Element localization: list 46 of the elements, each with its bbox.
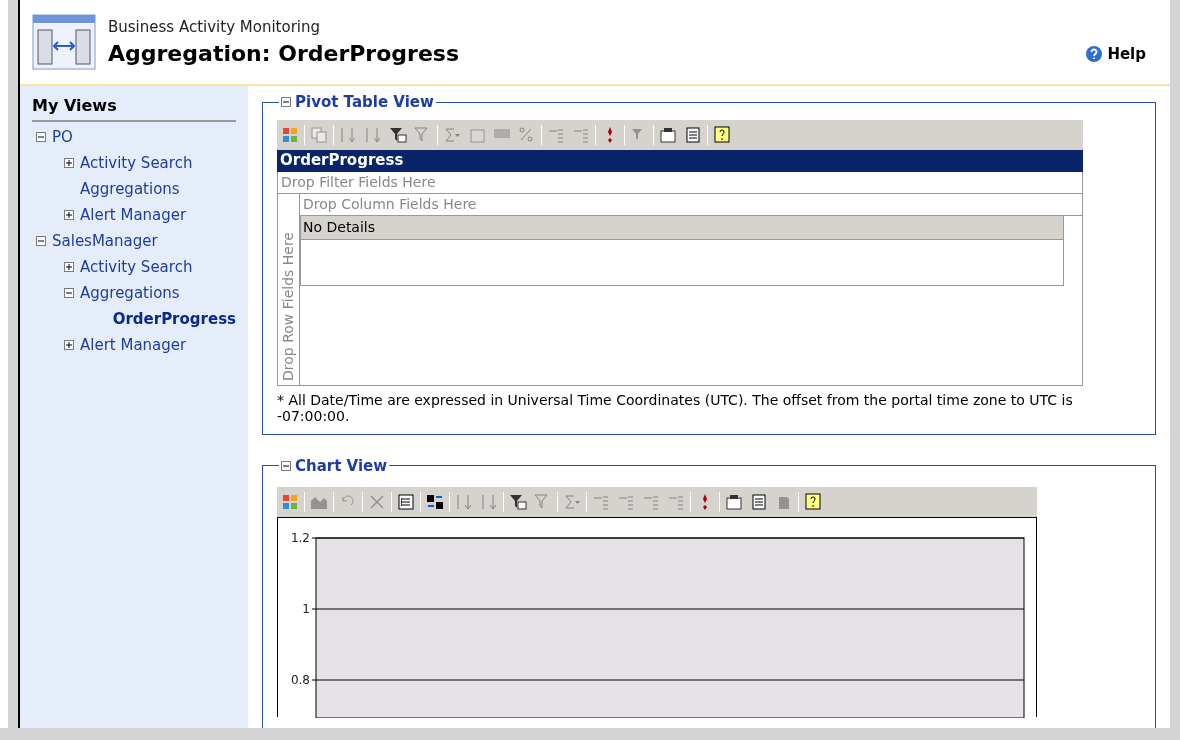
axis-tick-label: 0.8 [290, 673, 310, 687]
tree-item[interactable]: Activity Search [80, 151, 193, 175]
expand-icon[interactable] [64, 210, 74, 220]
tree-item[interactable]: Activity Search [80, 255, 193, 279]
pivot-title: OrderProgress [280, 150, 404, 172]
utc-note: * All Date/Time are expressed in Universal Time Coordinates (UTC). The offset from the portal time zone to UTC is -07:00:00. [277, 391, 1074, 424]
expand-icon[interactable] [64, 262, 74, 272]
help-link[interactable]: Help [1107, 42, 1146, 66]
tree-item[interactable]: Aggregations [80, 281, 180, 305]
filter-icon[interactable] [509, 493, 527, 511]
app-subtitle: Business Activity Monitoring [108, 17, 321, 39]
tree-item[interactable]: PO [52, 125, 73, 149]
properties-icon[interactable] [750, 493, 768, 511]
export-icon[interactable] [725, 493, 743, 511]
section-title: Pivot Table View [295, 92, 434, 113]
tree-item[interactable]: Alert Manager [80, 203, 187, 227]
collapse-icon[interactable] [64, 288, 74, 298]
tree-item[interactable]: OrderProgress [112, 307, 236, 331]
axis-tick-label: 1.2 [290, 531, 310, 545]
help-icon[interactable] [1085, 45, 1104, 63]
properties-icon[interactable] [684, 125, 702, 144]
collapse-icon[interactable] [281, 460, 291, 471]
expand-icon[interactable] [64, 158, 74, 168]
details-header: No Details [300, 215, 1064, 240]
tree-item[interactable]: Alert Manager [80, 333, 187, 357]
tree-item[interactable]: SalesManager [52, 229, 158, 253]
office-logo-icon[interactable] [281, 125, 299, 144]
legend-icon[interactable] [397, 493, 415, 511]
collapse-icon[interactable] [36, 236, 46, 246]
tree-item[interactable]: Aggregations [80, 177, 180, 201]
collapse-icon[interactable] [36, 132, 46, 142]
section-title: Chart View [295, 455, 388, 477]
expand-icon[interactable] [64, 340, 74, 350]
axis-tick-label: 1 [302, 602, 310, 616]
column-drop-zone: Drop Column Fields Here [299, 193, 1083, 216]
help-icon[interactable] [713, 125, 731, 144]
page-title: Aggregation: OrderProgress [108, 39, 460, 68]
swap-icon[interactable] [426, 493, 444, 511]
collapse-icon[interactable] [281, 97, 291, 108]
export-icon[interactable] [659, 125, 677, 144]
filter-icon[interactable] [389, 125, 407, 144]
office-logo-icon[interactable] [281, 493, 299, 511]
help-icon[interactable] [804, 493, 822, 511]
sidebar-title: My Views [32, 94, 236, 122]
app-logo-icon [32, 14, 96, 70]
filter-drop-zone: Drop Filter Fields Here [277, 171, 1083, 194]
